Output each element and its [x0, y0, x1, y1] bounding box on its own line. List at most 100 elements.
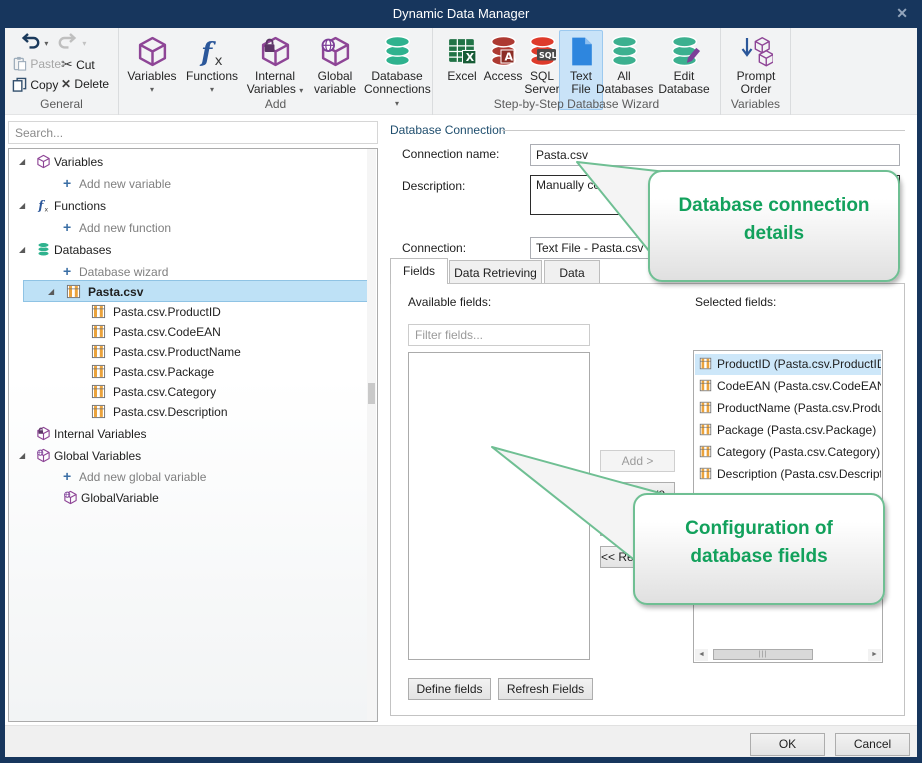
- delete-button[interactable]: ✕ Delete: [61, 77, 109, 91]
- dropdown-icon[interactable]: ▾: [44, 39, 48, 48]
- plus-icon: +: [63, 219, 71, 235]
- excel-icon: [446, 35, 479, 68]
- tree-panel: ◢ Variables + Add new variable ◢ Functio…: [8, 148, 378, 722]
- search-input[interactable]: [9, 122, 377, 143]
- scroll-left-icon[interactable]: ◄: [695, 649, 708, 661]
- all-databases-label-2: Databases: [596, 83, 652, 96]
- tree-item-globalvariable[interactable]: GlobalVariable: [9, 488, 369, 508]
- tree-item-database-wizard[interactable]: + Database wizard: [9, 262, 369, 282]
- tree-item-internal-variables[interactable]: Internal Variables: [9, 424, 369, 444]
- copy-button[interactable]: Copy: [12, 77, 58, 92]
- tree-item-variables[interactable]: ◢ Variables: [9, 152, 369, 172]
- svg-text:SQL: SQL: [539, 51, 557, 60]
- function-fx-icon: [36, 198, 51, 213]
- cube-globe-icon: [319, 35, 352, 68]
- all-databases-icon: [608, 35, 641, 68]
- tree-item-databases[interactable]: ◢ Databases: [9, 240, 369, 260]
- ribbon-group-add: Variables ▾ Functions ▾ Internal Variabl…: [119, 28, 433, 115]
- filter-fields-input[interactable]: [409, 325, 589, 345]
- tab-data[interactable]: Data: [544, 260, 600, 284]
- cut-label: Cut: [76, 58, 95, 72]
- tree-item-add-new-variable[interactable]: + Add new variable: [9, 174, 369, 194]
- tree-scrollbar-thumb[interactable]: [368, 383, 375, 404]
- table-field-icon: [699, 445, 712, 458]
- titlebar: Dynamic Data Manager ✕: [0, 0, 922, 28]
- sql-server-label-2: Server: [520, 83, 564, 96]
- paste-button[interactable]: Paste: [12, 56, 61, 71]
- tree-item-field-category[interactable]: Pasta.csv.Category: [9, 382, 369, 402]
- database-icon: [36, 242, 51, 257]
- tab-fields[interactable]: Fields: [390, 258, 448, 284]
- dialog-content: ▾ ▾ Paste ✂ Cut Copy ✕ Delete General Va…: [5, 28, 917, 757]
- variable-cube-icon: [36, 154, 51, 169]
- tree-item-global-variables[interactable]: ◢ Global Variables: [9, 446, 369, 466]
- plus-icon: +: [63, 263, 71, 279]
- edit-database-icon: [668, 35, 701, 68]
- table-field-icon: [91, 404, 106, 419]
- plus-icon: +: [63, 175, 71, 191]
- ribbon-group-variables: Prompt Order Variables: [721, 28, 791, 115]
- undo-icon: [19, 33, 41, 49]
- selected-field-item[interactable]: ProductID (Pasta.csv.ProductID): [695, 354, 881, 375]
- connection-name-input[interactable]: [530, 144, 900, 166]
- expand-arrow-icon[interactable]: ◢: [19, 451, 25, 460]
- expand-arrow-icon[interactable]: ◢: [19, 157, 25, 166]
- tree-item-add-new-function[interactable]: + Add new function: [9, 218, 369, 238]
- selected-field-item[interactable]: ProductName (Pasta.csv.ProductName): [695, 398, 881, 419]
- refresh-fields-button[interactable]: Refresh Fields: [498, 678, 593, 700]
- hscroll-thumb[interactable]: |||: [713, 649, 813, 660]
- group-label-general: General: [5, 97, 118, 111]
- tree-item-functions[interactable]: ◢ Functions: [9, 196, 369, 216]
- table-field-icon: [91, 364, 106, 379]
- selected-field-item[interactable]: Description (Pasta.csv.Description): [695, 464, 881, 485]
- copy-icon: [12, 77, 27, 92]
- sql-server-icon: SQL: [526, 35, 559, 68]
- connection-label: Connection:: [402, 241, 466, 255]
- table-icon: [66, 284, 81, 299]
- global-variable-label-2: variable: [310, 83, 360, 96]
- prompt-order-label-2: Order: [731, 83, 781, 96]
- redo-button[interactable]: ▾: [57, 33, 86, 49]
- plus-icon: +: [63, 468, 71, 484]
- dropdown-icon: ▾: [82, 39, 86, 48]
- selected-fields-label: Selected fields:: [695, 295, 776, 309]
- tree-item-field-productid[interactable]: Pasta.csv.ProductID: [9, 302, 369, 322]
- table-field-icon: [699, 401, 712, 414]
- expand-arrow-icon[interactable]: ◢: [48, 287, 54, 296]
- ok-button[interactable]: OK: [750, 733, 825, 756]
- database-icon: [381, 35, 414, 68]
- section-divider: [502, 130, 905, 131]
- tree-item-field-codeean[interactable]: Pasta.csv.CodeEAN: [9, 322, 369, 342]
- selected-field-item[interactable]: CodeEAN (Pasta.csv.CodeEAN): [695, 376, 881, 397]
- selected-field-item[interactable]: Category (Pasta.csv.Category): [695, 442, 881, 463]
- filter-fields-box: [408, 324, 590, 346]
- scroll-right-icon[interactable]: ►: [868, 649, 881, 661]
- expand-arrow-icon[interactable]: ◢: [19, 201, 25, 210]
- text-file-icon: [565, 35, 598, 68]
- cut-button[interactable]: ✂ Cut: [61, 56, 95, 73]
- footer-bar: OK Cancel: [5, 725, 917, 757]
- ribbon-group-general: ▾ ▾ Paste ✂ Cut Copy ✕ Delete General: [5, 28, 119, 115]
- tree-item-field-package[interactable]: Pasta.csv.Package: [9, 362, 369, 382]
- variables-label: Variables: [124, 70, 180, 83]
- close-icon[interactable]: ✕: [896, 5, 908, 22]
- redo-icon: [57, 33, 79, 49]
- tree-scrollbar[interactable]: [367, 149, 376, 721]
- access-icon: A: [487, 35, 520, 68]
- callout-field-configuration: Configuration of database fields: [633, 493, 885, 605]
- function-fx-icon: [196, 35, 229, 68]
- tab-data-retrieving[interactable]: Data Retrieving: [449, 260, 542, 284]
- tree-item-pasta-csv[interactable]: ◢ Pasta.csv: [9, 282, 369, 302]
- tree-item-add-new-global-variable[interactable]: + Add new global variable: [9, 467, 369, 487]
- selected-field-item[interactable]: Package (Pasta.csv.Package): [695, 420, 881, 441]
- cancel-button[interactable]: Cancel: [835, 733, 910, 756]
- undo-button[interactable]: ▾: [19, 33, 48, 49]
- available-fields-list[interactable]: [408, 352, 590, 660]
- expand-arrow-icon[interactable]: ◢: [19, 245, 25, 254]
- tree-item-field-description[interactable]: Pasta.csv.Description: [9, 402, 369, 422]
- dynamic-data-manager-window: Dynamic Data Manager ✕ ▾ ▾ Paste ✂ Cut C…: [0, 0, 922, 763]
- tree-item-field-productname[interactable]: Pasta.csv.ProductName: [9, 342, 369, 362]
- excel-label: Excel: [440, 70, 484, 83]
- add-button[interactable]: Add >: [600, 450, 675, 472]
- define-fields-button[interactable]: Define fields: [408, 678, 491, 700]
